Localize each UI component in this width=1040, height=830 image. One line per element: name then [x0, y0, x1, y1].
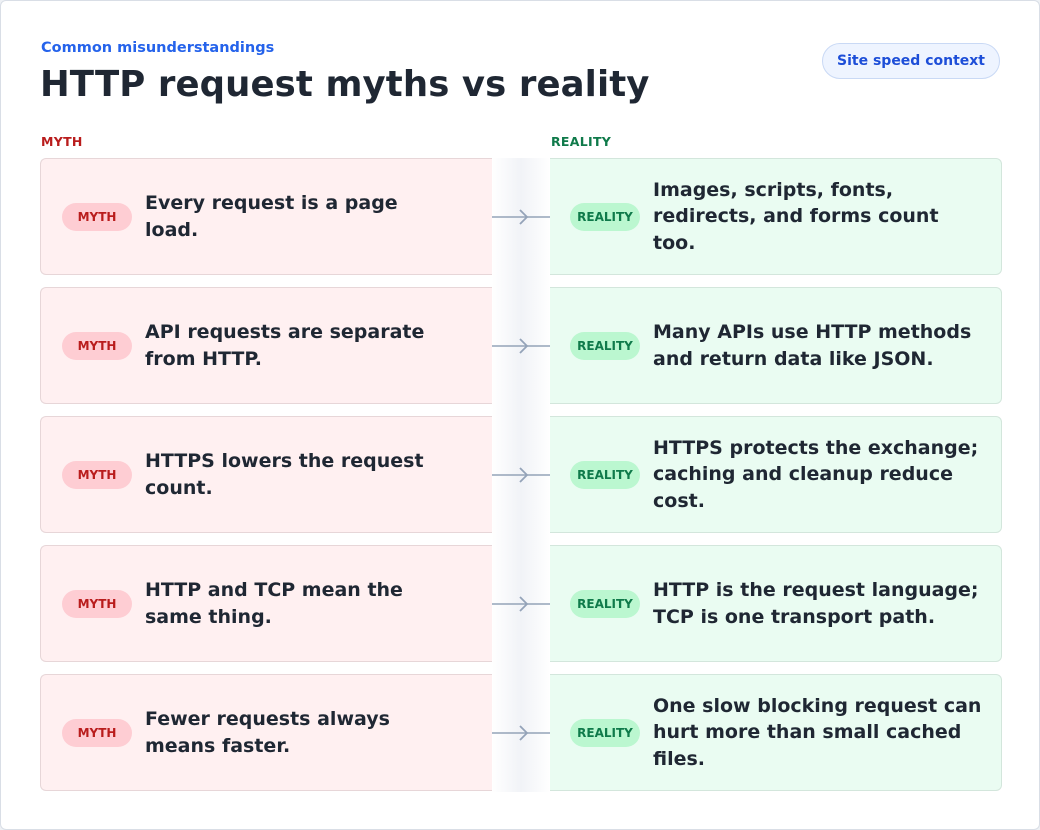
reality-text: Images, scripts, fonts, redirects, and f…	[653, 178, 939, 254]
myth-pill: MYTH	[62, 589, 132, 618]
myth-reality-card: Common misunderstandings HTTP request my…	[0, 0, 1040, 830]
comparison-row: MYTH HTTPS lowers the request count. REA…	[40, 416, 1002, 533]
eyebrow-label: Common misunderstandings	[41, 40, 275, 56]
myth-text: Fewer requests always means faster.	[145, 708, 390, 757]
reality-text: Many APIs use HTTP methods and return da…	[653, 321, 972, 370]
reality-pill: REALITY	[570, 718, 640, 747]
reality-card: REALITY Images, scripts, fonts, redirect…	[550, 158, 1002, 275]
arrow-right-icon	[492, 338, 550, 354]
myth-card: MYTH HTTPS lowers the request count.	[40, 416, 492, 533]
reality-card: REALITY One slow blocking request can hu…	[550, 674, 1002, 791]
myth-text: HTTP and TCP mean the same thing.	[145, 579, 403, 628]
reality-text: One slow blocking request can hurt more …	[653, 694, 982, 770]
comparison-row: MYTH Every request is a page load. REALI…	[40, 158, 1002, 275]
myth-pill: MYTH	[62, 718, 132, 747]
reality-pill: REALITY	[570, 331, 640, 360]
reality-pill: REALITY	[570, 202, 640, 231]
comparison-row: MYTH HTTP and TCP mean the same thing. R…	[40, 545, 1002, 662]
myth-card: MYTH HTTP and TCP mean the same thing.	[40, 545, 492, 662]
comparison-list: MYTH Every request is a page load. REALI…	[40, 158, 1002, 791]
reality-card: REALITY HTTP is the request language; TC…	[550, 545, 1002, 662]
reality-card: REALITY Many APIs use HTTP methods and r…	[550, 287, 1002, 404]
myth-card: MYTH Fewer requests always means faster.	[40, 674, 492, 791]
arrow-right-icon	[492, 596, 550, 612]
reality-pill: REALITY	[570, 589, 640, 618]
myth-column-heading: MYTH	[41, 134, 83, 149]
myth-text: API requests are separate from HTTP.	[145, 321, 425, 370]
myth-text: HTTPS lowers the request count.	[145, 450, 424, 499]
page-title: HTTP request myths vs reality	[40, 64, 650, 105]
reality-pill: REALITY	[570, 460, 640, 489]
comparison-row: MYTH API requests are separate from HTTP…	[40, 287, 1002, 404]
myth-card: MYTH API requests are separate from HTTP…	[40, 287, 492, 404]
reality-column-heading: REALITY	[551, 134, 612, 149]
myth-pill: MYTH	[62, 460, 132, 489]
reality-text: HTTP is the request language; TCP is one…	[653, 579, 979, 628]
site-speed-context-button[interactable]: Site speed context	[822, 43, 1000, 79]
arrow-right-icon	[492, 209, 550, 225]
myth-card: MYTH Every request is a page load.	[40, 158, 492, 275]
reality-text: HTTPS protects the exchange; caching and…	[653, 436, 979, 512]
myth-pill: MYTH	[62, 331, 132, 360]
myth-pill: MYTH	[62, 202, 132, 231]
comparison-row: MYTH Fewer requests always means faster.…	[40, 674, 1002, 791]
myth-text: Every request is a page load.	[145, 192, 398, 241]
reality-card: REALITY HTTPS protects the exchange; cac…	[550, 416, 1002, 533]
arrow-right-icon	[492, 467, 550, 483]
arrow-right-icon	[492, 725, 550, 741]
